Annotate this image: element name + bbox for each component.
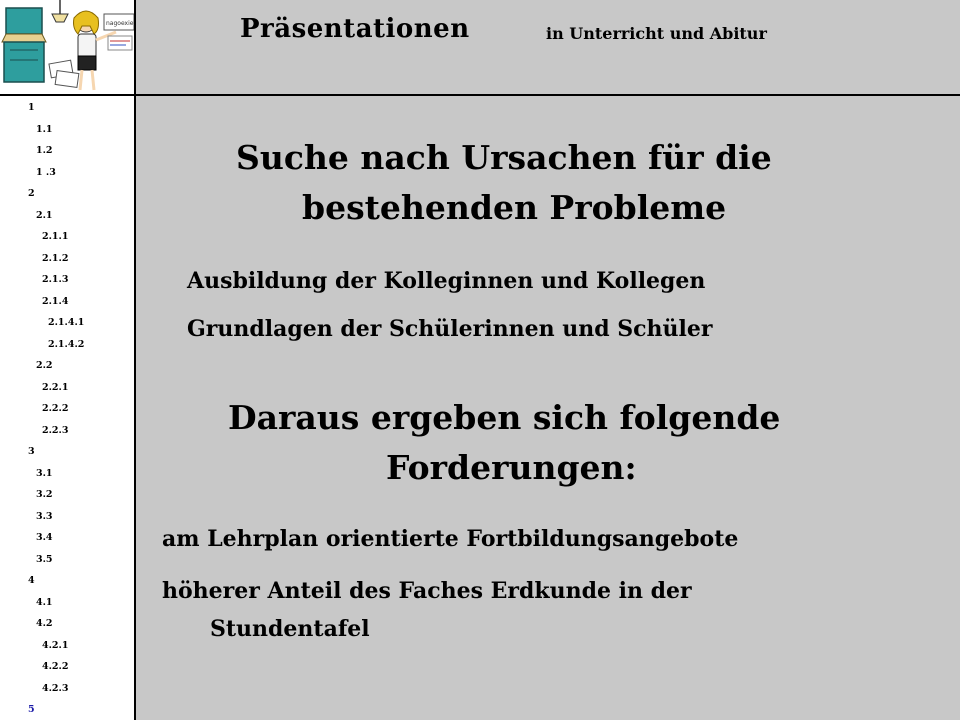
heading-causes-line2: bestehenden Probleme: [302, 188, 727, 227]
sidebar-item-1[interactable]: 1: [28, 102, 35, 113]
sidebar-item-2-1[interactable]: 2.1: [36, 210, 53, 221]
header-title: Präsentationen: [240, 14, 470, 44]
sidebar-item-1-2[interactable]: 1.2: [36, 145, 53, 156]
sidebar-item-4-2[interactable]: 4.2: [36, 618, 53, 629]
sidebar-item-2-1-4[interactable]: 2.1.4: [42, 296, 68, 307]
demand-geography-share-line2: Stundentafel: [210, 616, 370, 642]
sidebar-item-1-1[interactable]: 1.1: [36, 124, 53, 135]
sidebar-item-2-1-4-2[interactable]: 2.1.4.2: [48, 339, 84, 350]
sidebar-item-4-2-3[interactable]: 4.2.3: [42, 683, 68, 694]
heading-demands-line1: Daraus ergeben sich folgende: [228, 398, 781, 437]
sidebar-item-2[interactable]: 2: [28, 188, 35, 199]
header-subtitle: in Unterricht und Abitur: [546, 24, 767, 43]
sidebar-item-3-3[interactable]: 3.3: [36, 511, 53, 522]
demand-training-offers: am Lehrplan orientierte Fortbildungsange…: [162, 526, 739, 552]
sidebar-item-2-2[interactable]: 2.2: [36, 360, 53, 371]
sidebar-item-4-2-2[interactable]: 4.2.2: [42, 661, 68, 672]
sidebar-item-2-1-2[interactable]: 2.1.2: [42, 253, 68, 264]
sidebar-item-3-5[interactable]: 3.5: [36, 554, 53, 565]
sign-text: nagoexie: [106, 20, 134, 27]
sidebar-item-2-2-2[interactable]: 2.2.2: [42, 403, 68, 414]
sidebar-item-3-2[interactable]: 3.2: [36, 489, 53, 500]
sidebar-item-4[interactable]: 4: [28, 575, 35, 586]
sidebar-item-2-1-4-1[interactable]: 2.1.4.1: [48, 317, 84, 328]
header-bar: Präsentationen in Unterricht und Abitur: [136, 0, 960, 96]
sidebar-item-3[interactable]: 3: [28, 446, 35, 457]
cause-student-foundations: Grundlagen der Schülerinnen und Schüler: [187, 316, 713, 342]
sidebar-nav: 1 1.1 1.2 1 .3 2 2.1 2.1.1 2.1.2 2.1.3 2.1.4 2.1.4…: [0, 96, 136, 720]
sidebar-item-4-2-1[interactable]: 4.2.1: [42, 640, 68, 651]
sidebar-item-2-1-1[interactable]: 2.1.1: [42, 231, 68, 242]
sidebar-item-4-1[interactable]: 4.1: [36, 597, 53, 608]
demand-geography-share-line1: höherer Anteil des Faches Erdkunde in de…: [162, 578, 692, 604]
sidebar-item-5[interactable]: 5: [28, 704, 35, 715]
slide: nagoexie Präsentationen in Unterricht un…: [0, 0, 960, 720]
sidebar-item-2-2-1[interactable]: 2.2.1: [42, 382, 68, 393]
sidebar-item-3-4[interactable]: 3.4: [36, 532, 53, 543]
sidebar-item-3-1[interactable]: 3.1: [36, 468, 53, 479]
heading-demands-line2: Forderungen:: [386, 448, 637, 487]
teacher-presentation-icon: nagoexie: [1, 0, 134, 91]
cause-teacher-training: Ausbildung der Kolleginnen und Kollegen: [187, 268, 706, 294]
sidebar-item-1-3[interactable]: 1 .3: [36, 167, 56, 178]
sidebar-item-2-2-3[interactable]: 2.2.3: [42, 425, 68, 436]
heading-causes-line1: Suche nach Ursachen für die: [236, 138, 772, 177]
logo-illustration: nagoexie: [0, 0, 136, 96]
sidebar-item-2-1-3[interactable]: 2.1.3: [42, 274, 68, 285]
